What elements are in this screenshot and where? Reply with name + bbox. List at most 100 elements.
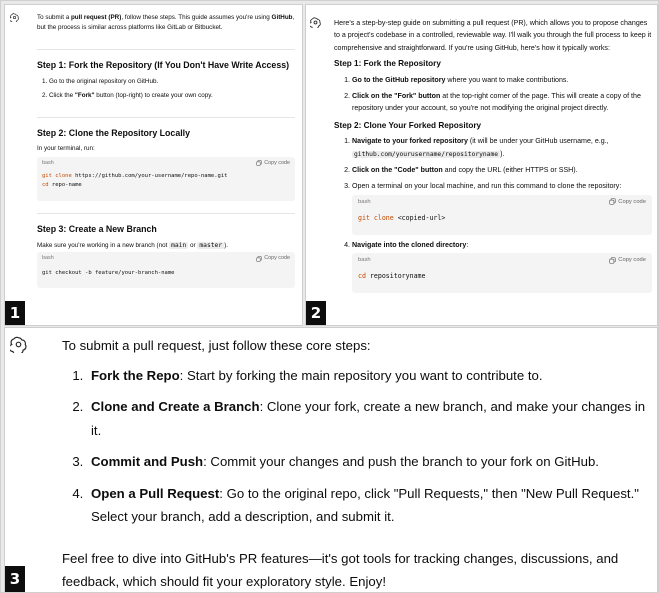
list-item-bold: Navigate into the cloned directory: [352, 240, 467, 249]
code-header: bash Copy code: [358, 197, 646, 207]
intro-paragraph: To submit a pull request (PR), follow th…: [37, 13, 295, 33]
panel-number-badge: 1: [5, 301, 25, 325]
intro-paragraph: Here's a step-by-step guide on submittin…: [334, 19, 652, 52]
step2-list: Navigate to your forked repository (it w…: [334, 135, 652, 294]
code-block: bash Copy code cd repositoryname: [352, 253, 652, 294]
intro-paragraph: To submit a pull request, just follow th…: [62, 338, 371, 353]
copy-icon: [256, 160, 262, 166]
response-panel-2: Here's a step-by-step guide on submittin…: [305, 4, 658, 326]
step1-heading: Step 1: Fork the Repository: [334, 59, 441, 69]
code-header: bash Copy code: [42, 159, 290, 167]
list-item: Go to the original repository on GitHub.: [49, 77, 295, 87]
copy-code-label: Copy code: [264, 160, 290, 166]
step3-text-part: ).: [224, 241, 228, 249]
list-item-text: button (top-right) to create your own co…: [94, 91, 213, 99]
list-item: Click the "Fork" button (top-right) to c…: [49, 91, 295, 101]
list-item: Navigate into the cloned directory: bash…: [352, 239, 652, 294]
list-item: Clone and Create a Branch: Clone your fo…: [87, 395, 649, 442]
response-panel-1: To submit a pull request (PR), follow th…: [4, 4, 303, 326]
divider: [37, 48, 295, 50]
step1-heading: Step 1: Fork the Repository (If You Don'…: [37, 59, 290, 70]
step1-list: Go to the original repository on GitHub.…: [37, 77, 295, 101]
step3-heading: Step 3: Create a New Branch: [37, 224, 157, 234]
list-item-bold: "Fork": [74, 91, 95, 99]
code-token: repositoryname: [365, 272, 426, 281]
copy-code-button[interactable]: Copy code: [609, 255, 646, 265]
copy-code-button[interactable]: Copy code: [256, 159, 290, 167]
panel-number-badge: 3: [5, 566, 25, 592]
list-item-bold: Click on the "Code" button: [352, 165, 443, 174]
code-token: <copied-url>: [393, 213, 446, 222]
outro-paragraph: Feel free to dive into GitHub's PR featu…: [62, 550, 619, 590]
step2-text: In your terminal, run:: [37, 145, 95, 153]
list-item: Open a terminal on your local machine, a…: [352, 180, 652, 235]
copy-code-button[interactable]: Copy code: [609, 197, 646, 207]
copy-icon: [609, 198, 616, 205]
code-language: bash: [42, 160, 54, 166]
list-item: Click on the "Fork" button at the top-ri…: [352, 90, 652, 115]
step2-heading: Step 2: Clone Your Forked Repository: [334, 120, 482, 130]
response-content: Here's a step-by-step guide on submittin…: [334, 17, 652, 297]
list-item: Open a Pull Request: Go to the original …: [87, 482, 649, 529]
openai-logo-icon: [310, 17, 321, 28]
panel-number-badge: 2: [306, 301, 326, 325]
list-item-text: and copy the URL (either HTTPS or SSH).: [442, 165, 578, 174]
list-item-bold: Go to the GitHub repository: [352, 75, 446, 84]
list-item-bold: Navigate to your forked repository: [352, 137, 468, 146]
code-keyword: cd: [358, 272, 366, 281]
list-item-text: : Commit your changes and push the branc…: [203, 454, 599, 469]
list-item-bold: Clone and Create a Branch: [91, 399, 260, 414]
list-item-text: : Start by forking the main repository y…: [179, 367, 543, 383]
list-item-text: Click the: [49, 91, 75, 99]
code-token: https://github.com/your-username/repo-na…: [71, 173, 228, 180]
openai-logo-icon: [10, 13, 19, 22]
step3-text-part: Make sure you're working in a new branch…: [37, 241, 170, 249]
list-item-text: (it will be under your GitHub username, …: [467, 137, 609, 146]
code-language: bash: [42, 255, 54, 262]
copy-code-label: Copy code: [618, 257, 646, 264]
divider: [37, 116, 295, 118]
copy-code-label: Copy code: [264, 255, 290, 262]
code-text: cd repositoryname: [358, 271, 646, 283]
list-item-text: Open a terminal on your local machine, a…: [352, 182, 622, 191]
code-text: git clone <copied-url>: [358, 213, 646, 225]
list-item-bold: Commit and Push: [91, 454, 204, 469]
intro-text: , follow these steps. This guide assumes…: [121, 14, 272, 21]
code-header: bash Copy code: [358, 255, 646, 265]
copy-icon: [609, 257, 616, 264]
list-item-text: Go to the original repository on GitHub.: [49, 78, 159, 86]
copy-code-button[interactable]: Copy code: [256, 254, 290, 262]
code-block: bash Copy code git checkout -b feature/y…: [37, 252, 295, 289]
step2-heading: Step 2: Clone the Repository Locally: [37, 127, 190, 138]
code-keyword: git clone: [42, 173, 72, 180]
list-item-text: ).: [500, 149, 505, 158]
intro-bold: pull request (PR): [70, 14, 122, 21]
intro-bold: GitHub: [271, 14, 293, 21]
response-panel-3: To submit a pull request, just follow th…: [4, 327, 658, 593]
code-block: bash Copy code git clone https://github.…: [37, 157, 295, 201]
step3-text: Make sure you're working in a new branch…: [37, 241, 295, 251]
comparison-collage: To submit a pull request (PR), follow th…: [0, 0, 659, 593]
copy-icon: [256, 255, 262, 262]
list-item: Navigate to your forked repository (it w…: [352, 135, 652, 160]
list-item: Click on the "Code" button and copy the …: [352, 164, 652, 176]
inline-code: master: [197, 241, 225, 249]
inline-code: github.com/yourusername/repositoryname: [352, 150, 501, 158]
list-item-text: where you want to make contributions.: [445, 75, 569, 84]
code-header: bash Copy code: [42, 254, 290, 262]
code-token: repo-name: [48, 181, 82, 188]
code-keyword: cd: [42, 181, 49, 188]
step1-list: Go to the GitHub repository where you wa…: [334, 74, 652, 115]
steps-list: Fork the Repo: Start by forking the main…: [39, 364, 649, 529]
response-content: To submit a pull request (PR), follow th…: [37, 13, 295, 289]
openai-logo-icon: [10, 336, 27, 353]
response-content: To submit a pull request, just follow th…: [39, 334, 649, 592]
code-keyword: git clone: [358, 213, 394, 222]
list-item: Commit and Push: Commit your changes and…: [87, 450, 649, 474]
code-language: bash: [358, 198, 371, 205]
divider: [37, 213, 295, 214]
list-item-bold: Click on the "Fork" button: [352, 91, 441, 100]
list-item-text: :: [466, 240, 469, 249]
list-item: Fork the Repo: Start by forking the main…: [87, 364, 649, 388]
list-item-bold: Open a Pull Request: [91, 485, 220, 501]
